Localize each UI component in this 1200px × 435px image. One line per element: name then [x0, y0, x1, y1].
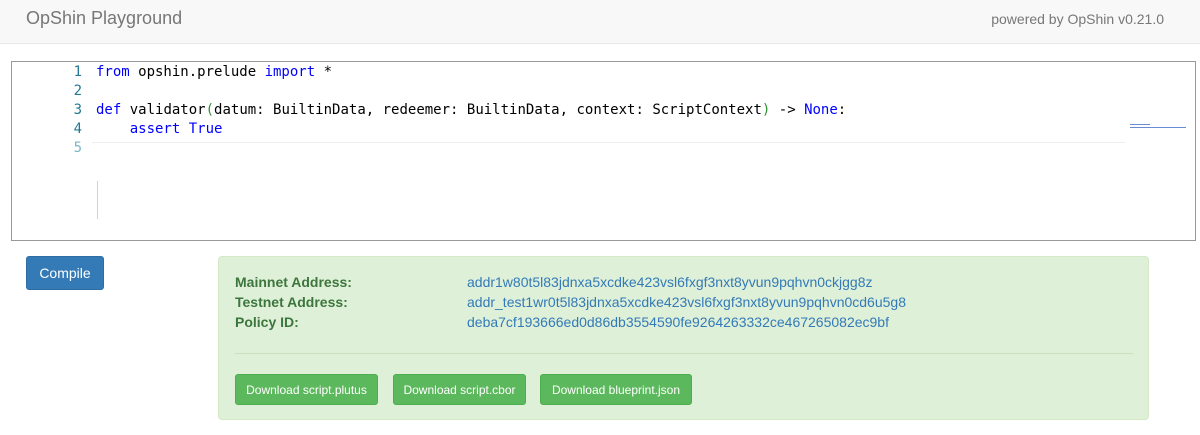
indent-guide [97, 181, 98, 219]
policy-id-value: deba7cf193666ed0d86db3554590fe9264263332… [467, 314, 889, 330]
code-token: import [264, 64, 316, 80]
line-number: 3 [73, 102, 82, 118]
testnet-address-label: Testnet Address: [235, 294, 348, 310]
testnet-address-value: addr_test1wr0t5l83jdnxa5xcdke423vsl6fxgf… [467, 294, 906, 310]
policy-id-label: Policy ID: [235, 314, 299, 330]
code-token: None [804, 102, 838, 118]
code-token: : [837, 102, 847, 118]
code-token: def [96, 102, 122, 118]
brand-title[interactable]: OpShin Playground [26, 8, 182, 29]
powered-by-text: powered by OpShin v0.21.0 [991, 11, 1164, 27]
code-token: -> [770, 102, 805, 118]
download-blueprint-button[interactable]: Download blueprint.json [540, 374, 692, 405]
line-number: 4 [73, 121, 82, 137]
code-token: True [188, 121, 223, 137]
code-token: assert [129, 121, 181, 137]
code-text: from opshin.prelude import * [96, 63, 332, 82]
compile-result-panel: Mainnet Address: addr1w80t5l83jdnxa5xcdk… [218, 256, 1149, 420]
download-cbor-button[interactable]: Download script.cbor [393, 374, 526, 405]
compile-button[interactable]: Compile [26, 256, 104, 290]
code-token: * [315, 64, 333, 80]
mainnet-address-label: Mainnet Address: [235, 274, 352, 290]
code-line[interactable]: 3 def validator(datum: BuiltinData, redee… [12, 101, 1195, 120]
code-token: ( [205, 102, 215, 118]
code-token: from [96, 64, 130, 80]
code-line[interactable]: 5 [12, 139, 1195, 158]
result-divider [235, 353, 1133, 354]
code-line[interactable]: 2 [12, 82, 1195, 101]
navbar: OpShin Playground powered by OpShin v0.2… [0, 0, 1200, 44]
line-number: 1 [73, 64, 82, 80]
code-line[interactable]: 1 from opshin.prelude import * [12, 63, 1195, 82]
code-token: opshin.prelude [129, 64, 265, 80]
mainnet-address-value: addr1w80t5l83jdnxa5xcdke423vsl6fxgf3nxt8… [467, 274, 873, 290]
line-number: 5 [73, 140, 82, 156]
code-token: datum: BuiltinData, redeemer: BuiltinDat… [214, 102, 762, 118]
code-text: def validator(datum: BuiltinData, redeem… [96, 101, 846, 120]
code-editor[interactable]: 1 from opshin.prelude import * 2 3 def valid… [11, 61, 1196, 241]
code-token: validator [121, 102, 206, 118]
line-number: 2 [73, 83, 82, 99]
download-plutus-button[interactable]: Download script.plutus [235, 374, 378, 405]
code-text: assert True [96, 120, 223, 139]
code-line[interactable]: 4 assert True [12, 120, 1195, 139]
